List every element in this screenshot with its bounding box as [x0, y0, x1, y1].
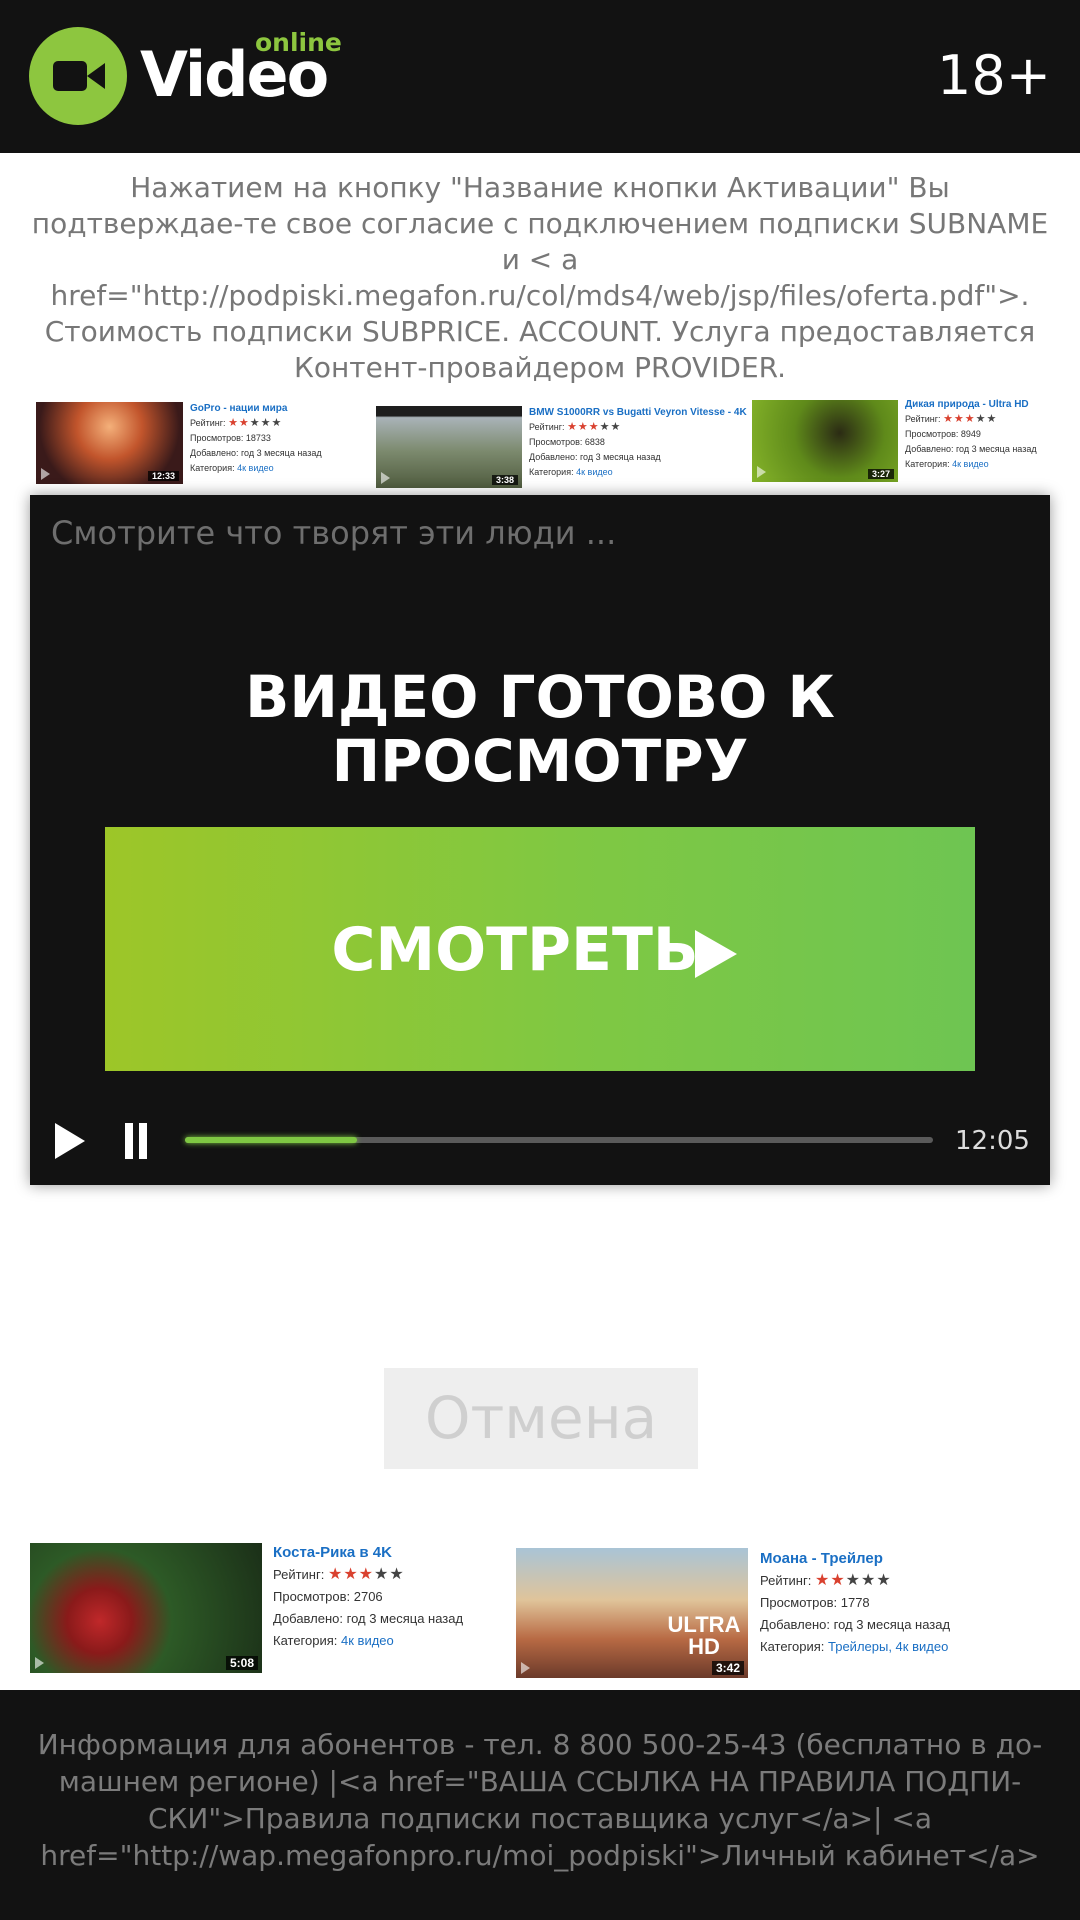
video-added: Добавлено: год 3 месяца назад: [529, 452, 661, 462]
video-ready-heading: ВИДЕО ГОТОВО К ПРОСМОТРУ: [245, 663, 835, 795]
video-title[interactable]: Моана - Трейлер: [760, 1548, 1050, 1570]
video-category-link[interactable]: 4к видео: [576, 467, 613, 477]
play-arrow-icon: [695, 930, 737, 978]
rating-stars: ★★★★★: [814, 1572, 892, 1589]
play-icon: [41, 468, 50, 480]
category-label: Категория:: [190, 463, 235, 473]
video-duration: 5:08: [225, 1656, 258, 1670]
play-icon: [521, 1662, 530, 1674]
rating-stars: ★★★★★: [228, 417, 283, 429]
footer-info-text: Информация для абонентов - тел. 8 800 50…: [37, 1728, 1043, 1872]
video-duration: 12:33: [147, 471, 179, 481]
video-category-link[interactable]: 4к видео: [237, 463, 274, 473]
rating-label: Рейтинг:: [529, 422, 565, 432]
video-added: Добавлено: год 3 месяца назад: [760, 1617, 951, 1632]
header-bar: Video online 18+: [0, 0, 1080, 153]
video-thumbnail[interactable]: ULTRA HD 3:42: [516, 1548, 748, 1678]
video-thumbnail[interactable]: 3:38: [376, 406, 522, 488]
ultra-hd-badge: ULTRA HD: [667, 1612, 741, 1659]
footer-bar: Информация для абонентов - тел. 8 800 50…: [0, 1690, 1080, 1920]
rating-stars: ★★★★★: [943, 413, 998, 425]
video-time: 12:05: [955, 1126, 1030, 1156]
video-title[interactable]: GoPro - нации мира: [190, 401, 370, 416]
video-info: Моана - Трейлер Рейтинг: ★★★★★ Просмотро…: [760, 1548, 1050, 1658]
age-rating: 18+: [937, 44, 1051, 107]
video-info: Дикая природа - Ultra HD Рейтинг: ★★★★★ …: [905, 397, 1065, 472]
video-thumbnail[interactable]: 12:33: [36, 402, 183, 484]
video-info: BMW S1000RR vs Bugatti Veyron Vitesse - …: [529, 405, 749, 480]
video-title[interactable]: Коста-Рика в 4K: [273, 1542, 503, 1564]
video-thumbnail[interactable]: 3:27: [752, 400, 898, 482]
video-duration: 3:27: [867, 469, 894, 479]
video-views: Просмотров: 18733: [190, 433, 271, 443]
category-label: Категория:: [905, 459, 950, 469]
video-category-link[interactable]: 4к видео: [341, 1633, 394, 1648]
video-info: GoPro - нации мира Рейтинг: ★★★★★ Просмо…: [190, 401, 370, 476]
video-views: Просмотров: 8949: [905, 429, 981, 439]
video-title[interactable]: Дикая природа - Ultra HD: [905, 397, 1065, 412]
rating-label: Рейтинг:: [273, 1567, 325, 1582]
video-duration: 3:42: [711, 1661, 744, 1675]
video-info: Коста-Рика в 4K Рейтинг: ★★★★★ Просмотро…: [273, 1542, 503, 1652]
watch-button[interactable]: СМОТРЕТЬ: [105, 827, 975, 1071]
cancel-button[interactable]: Отмена: [384, 1368, 698, 1469]
play-control-icon[interactable]: [55, 1123, 85, 1159]
rating-label: Рейтинг:: [190, 418, 226, 428]
category-label: Категория:: [273, 1633, 338, 1648]
video-card[interactable]: 3:38 BMW S1000RR vs Bugatti Veyron Vites…: [376, 402, 749, 492]
video-card[interactable]: 3:27 Дикая природа - Ultra HD Рейтинг: ★…: [752, 396, 1062, 494]
pause-control-icon[interactable]: [122, 1123, 150, 1159]
logo-camera-icon[interactable]: [29, 27, 127, 125]
play-icon: [35, 1657, 44, 1669]
video-card[interactable]: ULTRA HD 3:42 Моана - Трейлер Рейтинг: ★…: [516, 1546, 1046, 1681]
play-icon: [757, 466, 766, 478]
video-thumbnail[interactable]: 5:08: [30, 1543, 262, 1673]
rating-stars: ★★★★★: [327, 1566, 405, 1583]
video-title[interactable]: BMW S1000RR vs Bugatti Veyron Vitesse - …: [529, 405, 749, 420]
video-views: Просмотров: 6838: [529, 437, 605, 447]
video-views: Просмотров: 1778: [760, 1595, 870, 1610]
player-caption: Смотрите что творят эти люди ...: [51, 514, 617, 552]
video-views: Просмотров: 2706: [273, 1589, 383, 1604]
progress-bar[interactable]: [185, 1137, 933, 1143]
subscription-terms: Нажатием на кнопку "Название кнопки Акти…: [31, 171, 1049, 384]
video-card[interactable]: 5:08 Коста-Рика в 4K Рейтинг: ★★★★★ Прос…: [30, 1540, 500, 1675]
watch-button-label: СМОТРЕТЬ: [331, 915, 699, 985]
video-category-link[interactable]: Трейлеры, 4к видео: [828, 1639, 948, 1654]
video-player-modal: Смотрите что творят эти люди ... ВИДЕО Г…: [30, 495, 1050, 1185]
category-label: Категория:: [529, 467, 574, 477]
video-duration: 3:38: [491, 475, 518, 485]
video-card[interactable]: 12:33 GoPro - нации мира Рейтинг: ★★★★★ …: [36, 398, 366, 488]
category-label: Категория:: [760, 1639, 825, 1654]
rating-stars: ★★★★★: [567, 421, 622, 433]
video-added: Добавлено: год 3 месяца назад: [273, 1611, 464, 1626]
progress-bar-fill: [185, 1137, 358, 1143]
play-icon: [381, 472, 390, 484]
logo-tagline: online: [255, 28, 342, 57]
video-category-link[interactable]: 4к видео: [952, 459, 989, 469]
rating-label: Рейтинг:: [760, 1573, 812, 1588]
rating-label: Рейтинг:: [905, 414, 941, 424]
video-added: Добавлено: год 3 месяца назад: [905, 444, 1037, 454]
video-added: Добавлено: год 3 месяца назад: [190, 448, 322, 458]
